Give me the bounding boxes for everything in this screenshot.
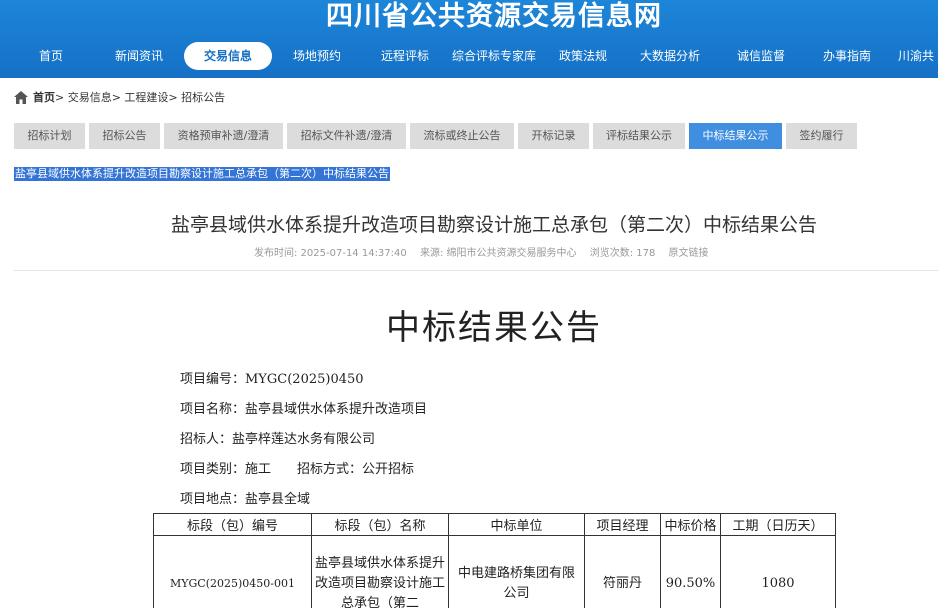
cell-manager: 符丽丹 [584,535,661,608]
article-meta: 发布时间: 2025-07-14 14:37:40 来源: 绵阳市公共资源交易服… [254,244,719,259]
site-header: 四川省公共资源交易信息网 首页 新闻资讯 交易信息 场地预约 远程评标 综合评标… [0,0,938,78]
tab-evaluation-result[interactable]: 评标结果公示 [593,123,685,149]
table-header-row: 标段（包）编号 标段（包）名称 中标单位 项目经理 中标价格 工期（日历天） [153,513,836,536]
selected-title-text: 盐亭县域供水体系提升改造项目勘察设计施工总承包（第二次）中标结果公告 [14,167,390,181]
header-period: 工期（日历天） [720,513,836,536]
award-result-table: 标段（包）编号 标段（包）名称 中标单位 项目经理 中标价格 工期（日历天） M… [153,513,836,608]
project-type: 项目类别：施工 [180,462,272,477]
header-lot-name: 标段（包）名称 [311,513,449,536]
nav-item-trade-info[interactable]: 交易信息 [184,42,272,70]
nav-item-policy[interactable]: 政策法规 [552,42,614,70]
project-type-line: 项目类别：施工 招标方式：公开招标 [180,458,414,477]
document-heading: 中标结果公告 [386,308,602,348]
breadcrumb-tender-notice[interactable]: > 招标公告 [168,89,225,105]
article-source: 来源: 绵阳市公共资源交易服务中心 [419,248,577,259]
project-name: 项目名称：盐亭县域供水体系提升改造项目 [180,402,428,417]
nav-item-credit[interactable]: 诚信监督 [730,42,792,70]
tab-contract[interactable]: 签约履行 [786,123,857,149]
tab-bid-opening[interactable]: 开标记录 [518,123,589,149]
tab-failed-or-terminated[interactable]: 流标或终止公告 [410,123,514,149]
cell-lot-name: 盐亭县域供水体系提升改造项目勘察设计施工总承包（第二 [311,535,449,608]
view-count: 浏览次数: 178 [589,248,656,259]
breadcrumb: 首页 > 交易信息 > 工程建设 > 招标公告 [14,88,225,106]
breadcrumb-home[interactable]: 首页 [33,89,55,105]
nav-item-home[interactable]: 首页 [24,42,78,70]
main-nav: 首页 新闻资讯 交易信息 场地预约 远程评标 综合评标专家库 政策法规 大数据分… [0,42,938,70]
table-row: MYGC(2025)0450-001 盐亭县域供水体系提升改造项目勘察设计施工总… [153,535,836,608]
publish-time: 发布时间: 2025-07-14 14:37:40 [254,248,407,259]
title-divider [14,270,938,271]
nav-item-news[interactable]: 新闻资讯 [104,42,174,70]
header-lot-code: 标段（包）编号 [153,513,312,536]
cell-winner: 中电建路桥集团有限公司 [448,535,585,608]
tender-method: 招标方式：公开招标 [297,462,415,477]
cell-lot-code: MYGC(2025)0450-001 [153,535,312,608]
tab-prequal-addendum[interactable]: 资格预审补遗/澄清 [164,123,283,149]
project-location: 项目地点：盐亭县全域 [180,492,311,507]
cell-period: 1080 [720,535,836,608]
nav-item-expert-db[interactable]: 综合评标专家库 [448,42,540,70]
cell-price: 90.50% [660,535,721,608]
article-title: 盐亭县域供水体系提升改造项目勘察设计施工总承包（第二次）中标结果公告 [170,214,817,236]
tab-award-result[interactable]: 中标结果公示 [689,123,782,149]
project-number: 项目编号：MYGC(2025)0450 [180,372,364,387]
tab-tender-doc-addendum[interactable]: 招标文件补遗/澄清 [287,123,406,149]
header-winner: 中标单位 [448,513,585,536]
nav-item-guide[interactable]: 办事指南 [816,42,878,70]
original-link[interactable]: 原文链接 [669,248,709,259]
nav-item-remote-bid[interactable]: 远程评标 [374,42,436,70]
nav-item-bigdata[interactable]: 大数据分析 [634,42,706,70]
breadcrumb-engineering[interactable]: > 工程建设 [112,89,169,105]
site-title: 四川省公共资源交易信息网 [326,1,662,32]
tab-tender-plan[interactable]: 招标计划 [14,123,85,149]
header-manager: 项目经理 [584,513,661,536]
home-icon [14,90,28,104]
header-price: 中标价格 [660,513,721,536]
nav-item-sichuan-chongqing[interactable]: 川渝共 [898,42,938,70]
nav-item-venue[interactable]: 场地预约 [286,42,348,70]
tab-tender-notice[interactable]: 招标公告 [89,123,160,149]
breadcrumb-trade-info[interactable]: > 交易信息 [55,89,112,105]
tenderer: 招标人：盐亭梓莲达水务有限公司 [180,432,376,447]
